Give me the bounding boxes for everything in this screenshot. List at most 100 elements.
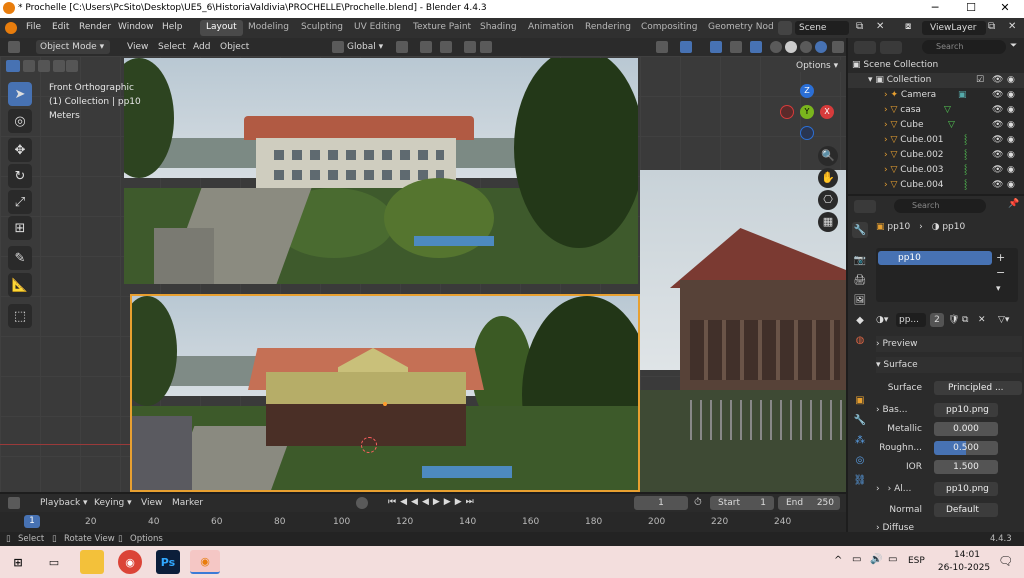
keyboard-language[interactable]: ESP xyxy=(908,556,925,566)
measure-tool-icon[interactable]: 📐 xyxy=(8,273,32,297)
blender-menu-icon[interactable] xyxy=(5,22,17,34)
tray-chevron-icon[interactable]: ^ xyxy=(834,555,842,566)
gizmo-y-axis[interactable]: Y xyxy=(800,105,814,119)
falloff-icon[interactable] xyxy=(480,41,492,53)
outliner-item-cube-002[interactable]: › ▽ Cube.002 ⸾ 👁 ◉ xyxy=(848,148,1024,163)
camera-render-icon[interactable]: ◉ xyxy=(1007,133,1015,148)
add-slot-icon[interactable]: + xyxy=(996,251,1005,264)
normal-field[interactable]: Default xyxy=(934,503,998,517)
clock-date[interactable]: 26-10-2025 xyxy=(934,563,994,573)
camera-render-icon[interactable]: ◉ xyxy=(1007,88,1015,103)
duplicate-material-icon[interactable]: ⧉ xyxy=(962,312,968,328)
chrome-icon[interactable]: ◉ xyxy=(118,550,142,574)
checkbox-icon[interactable]: ☑ xyxy=(976,73,984,88)
camera-render-icon[interactable]: ◉ xyxy=(1007,148,1015,163)
cursor-tool-icon[interactable]: ◎ xyxy=(8,109,32,133)
editor-type-icon[interactable] xyxy=(8,41,20,53)
tab-layout[interactable]: Layout xyxy=(200,20,243,36)
menu-object[interactable]: Object xyxy=(220,40,249,54)
tab-compositing[interactable]: Compositing xyxy=(635,20,703,36)
camera-view-icon[interactable]: ⎔ xyxy=(818,190,838,210)
tab-render-icon[interactable]: 📷 xyxy=(852,252,868,268)
surface-shader-field[interactable]: Principled ... xyxy=(934,381,1022,395)
gizmo-x-axis[interactable]: X xyxy=(820,105,834,119)
mode-selector[interactable]: Object Mode ▾ xyxy=(36,40,110,54)
battery-icon[interactable]: ▭ xyxy=(888,554,897,565)
properties-search-input[interactable]: Search xyxy=(894,199,986,213)
outliner-item-collection[interactable]: ▾ ▣ Collection ☑ 👁 ◉ xyxy=(848,73,1024,88)
eye-icon[interactable]: 👁 xyxy=(992,133,1003,148)
eye-icon[interactable]: 👁 xyxy=(992,88,1003,103)
zoom-icon[interactable]: 🔍 xyxy=(818,146,838,166)
preview-section[interactable]: › Preview xyxy=(876,336,1022,352)
camera-render-icon[interactable]: ◉ xyxy=(1007,118,1015,133)
shading-material-icon[interactable] xyxy=(800,41,812,53)
select-invert-icon[interactable] xyxy=(66,60,78,72)
outliner-item-camera[interactable]: › ✦ Camera ▣ 👁 ◉ xyxy=(848,88,1024,103)
tab-texture-paint[interactable]: Texture Paint xyxy=(407,20,477,36)
record-icon[interactable] xyxy=(356,497,368,509)
task-view-icon[interactable]: ▭ xyxy=(42,550,66,574)
3d-viewport[interactable]: Front Orthographic (1) Collection | pp10… xyxy=(0,56,846,492)
gizmo-toggle-icon[interactable] xyxy=(680,41,692,53)
viewlayer-delete-icon[interactable]: ✕ xyxy=(1008,21,1016,32)
material-name-field[interactable]: pp... xyxy=(896,313,926,327)
menu-view[interactable]: View xyxy=(127,40,148,54)
eye-icon[interactable]: 👁 xyxy=(992,73,1003,88)
properties-pin-icon[interactable]: 📌 xyxy=(1008,199,1019,209)
3d-cursor-icon[interactable] xyxy=(361,437,377,453)
volume-icon[interactable]: 🔊 xyxy=(870,554,882,565)
material-browse-icon[interactable]: ◑▾ xyxy=(876,315,888,325)
scene-selector[interactable]: Scene xyxy=(795,21,849,35)
timeline-editor-type-icon[interactable] xyxy=(8,497,20,509)
scale-tool-icon[interactable]: ⤢ xyxy=(8,190,32,214)
camera-render-icon[interactable]: ◉ xyxy=(1007,103,1015,118)
eye-icon[interactable]: 👁 xyxy=(992,163,1003,178)
timeline-view-menu[interactable]: View xyxy=(141,496,162,510)
menu-edit[interactable]: Edit xyxy=(52,22,69,32)
pivot-icon[interactable] xyxy=(396,41,408,53)
timeline-ruler[interactable]: 1 20 40 60 80 100 120 140 160 180 200 22… xyxy=(0,512,846,532)
roughness-field[interactable]: 0.500 xyxy=(934,441,998,455)
clock-icon[interactable]: ⏱ xyxy=(694,497,702,508)
camera-render-icon[interactable]: ◉ xyxy=(1007,178,1015,193)
xray-toggle-icon[interactable] xyxy=(750,41,762,53)
menu-file[interactable]: File xyxy=(26,22,41,32)
notifications-icon[interactable]: 🗨 xyxy=(998,554,1013,568)
tab-tool-icon[interactable]: 🔧 xyxy=(852,222,868,238)
camera-render-icon[interactable]: ◉ xyxy=(1007,73,1015,88)
perspective-toggle-icon[interactable]: ▦ xyxy=(818,212,838,232)
select-intersect-icon[interactable] xyxy=(53,60,65,72)
gizmo-neg-z-axis[interactable] xyxy=(800,126,814,140)
outliner-item-casa[interactable]: › ▽ casa ▽ 👁 ◉ xyxy=(848,103,1024,118)
eye-icon[interactable]: 👁 xyxy=(992,178,1003,193)
blender-taskbar-icon[interactable]: ◉ xyxy=(190,550,220,574)
menu-render[interactable]: Render xyxy=(79,22,111,32)
outliner-item-cube-004[interactable]: › ▽ Cube.004 ⸾ 👁 ◉ xyxy=(848,178,1024,193)
scene-delete-icon[interactable]: ✕ xyxy=(876,21,884,32)
annotate-tool-icon[interactable]: ✎ xyxy=(8,246,32,270)
eye-icon[interactable]: 👁 xyxy=(992,103,1003,118)
remove-slot-icon[interactable]: − xyxy=(996,266,1005,279)
tab-particles-icon[interactable]: ⁂ xyxy=(852,432,868,448)
tab-physics-icon[interactable]: ◎ xyxy=(852,452,868,468)
select-box-mode-icon[interactable] xyxy=(6,60,20,72)
overlay-dropdown-icon[interactable] xyxy=(730,41,742,53)
tab-output-icon[interactable]: 🖨 xyxy=(852,272,868,288)
playhead[interactable]: 1 xyxy=(24,515,40,528)
windows-start-icon[interactable]: ⊞ xyxy=(6,550,30,574)
house-mesh-upper-wall[interactable] xyxy=(266,372,466,404)
clock-time[interactable]: 14:01 xyxy=(942,550,992,560)
menu-window[interactable]: Window xyxy=(118,22,154,32)
shading-wireframe-icon[interactable] xyxy=(770,41,782,53)
unlink-material-icon[interactable]: ✕ xyxy=(978,312,986,328)
playback-controls[interactable]: ⏮◀◀◀▶▶▶⏭ xyxy=(388,497,478,507)
shading-solid-icon[interactable] xyxy=(785,41,797,53)
playback-menu[interactable]: Playback ▾ xyxy=(40,496,88,510)
snap-target-icon[interactable] xyxy=(440,41,452,53)
eye-icon[interactable]: 👁 xyxy=(992,118,1003,133)
file-explorer-icon[interactable] xyxy=(80,550,104,574)
gizmo-z-axis[interactable]: Z xyxy=(800,84,814,98)
tab-shading[interactable]: Shading xyxy=(474,20,523,36)
overlay-toggle-icon[interactable] xyxy=(710,41,722,53)
